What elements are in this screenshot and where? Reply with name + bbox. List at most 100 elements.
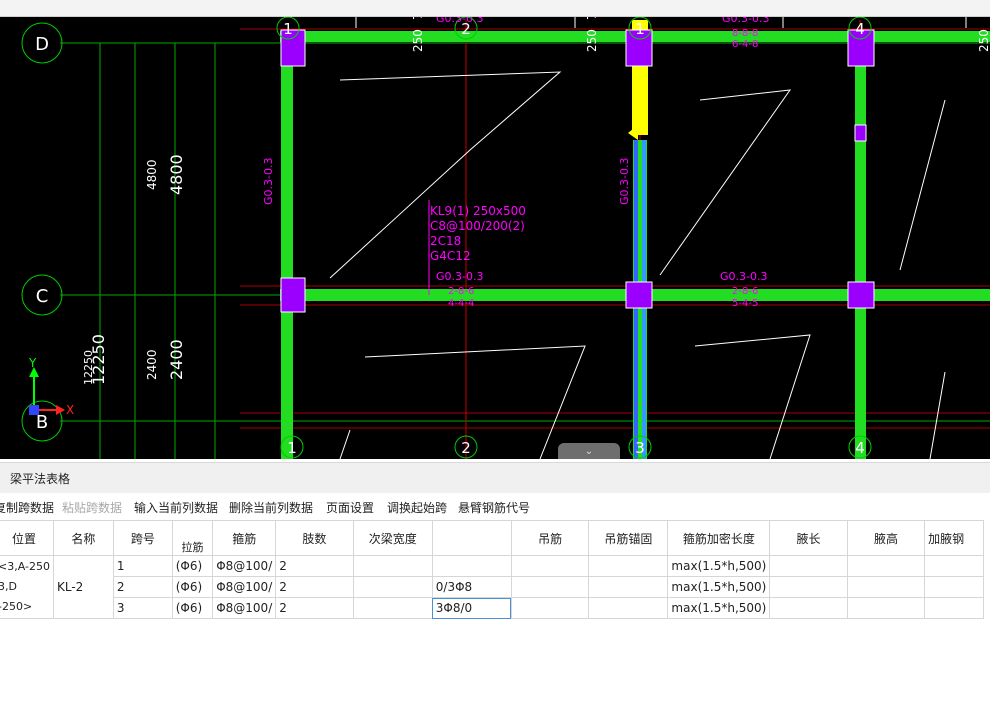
panel-title: 梁平法表格 [10, 472, 71, 486]
tie-cell[interactable]: (Φ6) [171, 576, 214, 598]
tie-cell[interactable]: (Φ6) [171, 555, 214, 577]
axis-red-verticals [465, 20, 861, 459]
hanger-cell[interactable] [510, 576, 590, 598]
header-haunch-rebar[interactable]: 加腋钢 [924, 520, 984, 556]
svg-text:C8@100/200(2): C8@100/200(2) [430, 219, 525, 233]
header-hanger[interactable]: 吊筋 [510, 520, 590, 556]
haunch-rebar-cell[interactable] [924, 576, 984, 598]
top-window-strip [0, 0, 990, 17]
panel-title-bar: 梁平法表格 [0, 462, 990, 494]
svg-text:B: B [36, 412, 48, 433]
secondary-width-cell[interactable] [352, 555, 433, 577]
haunch-rebar-cell[interactable] [924, 555, 984, 577]
header-span[interactable]: 跨号 [112, 520, 173, 556]
beam-data-table: 位置 名称 跨号 拉筋 箍筋 肢数 次梁宽度 次梁加筋 吊筋 吊筋锚固 箍筋加密… [0, 520, 984, 619]
table-row[interactable]: 2 (Φ6) Φ8@100/ 2 0/3Φ8 max(1.5*h,500) [0, 576, 984, 598]
svg-text:4: 4 [855, 20, 865, 38]
haunch-length-cell[interactable] [769, 576, 848, 598]
svg-text:G0.3-0.3: G0.3-0.3 [436, 270, 483, 283]
header-dense-length[interactable]: 箍筋加密长度 [667, 520, 771, 556]
svg-text:2400: 2400 [167, 339, 186, 380]
svg-text:4-4-4: 4-4-4 [448, 298, 474, 309]
table-row[interactable]: 3 (Φ6) Φ8@100/ 2 3Φ8/0 max(1.5*h,500) [0, 597, 984, 619]
cantilever-code-button[interactable]: 悬臂钢筋代号 [458, 499, 530, 516]
span-cell[interactable]: 3 [112, 597, 173, 619]
svg-text:250: 250 [411, 29, 425, 52]
secondary-add-cell[interactable]: 0/3Φ8 [431, 576, 512, 598]
secondary-width-cell[interactable] [352, 597, 433, 619]
copy-span-button[interactable]: 复制跨数据 [0, 499, 54, 516]
header-secondary-add[interactable]: 次梁加筋 [431, 520, 512, 556]
stirrup-cell[interactable]: Φ8@100/ [212, 555, 277, 577]
legs-cell[interactable]: 2 [275, 597, 354, 619]
svg-text:D: D [35, 34, 49, 55]
secondary-add-cell-selected[interactable]: 3Φ8/0 [431, 597, 512, 619]
input-column-button[interactable]: 输入当前列数据 [134, 499, 218, 516]
stirrup-cell[interactable]: Φ8@100/ [212, 597, 277, 619]
header-secondary-width[interactable]: 次梁宽度 [352, 520, 433, 556]
grid-axis-lines [60, 42, 990, 459]
secondary-add-cell[interactable] [431, 555, 512, 577]
swap-span-button[interactable]: 调换起始跨 [387, 499, 447, 516]
dense-length-cell[interactable]: max(1.5*h,500) [667, 597, 771, 619]
svg-text:1: 1 [287, 439, 297, 457]
header-legs[interactable]: 肢数 [275, 520, 354, 556]
header-haunch-height[interactable]: 腋高 [846, 520, 926, 556]
svg-text:G0.3-0.3: G0.3-0.3 [618, 158, 631, 205]
columns[interactable] [280, 29, 875, 313]
drawing-svg[interactable]: 1 2 1 4 1 2 3 4 D C B 4800 4800 2400 240… [0, 0, 990, 459]
haunch-length-cell[interactable] [769, 555, 848, 577]
ucs-axis-icon: Y X [28, 356, 74, 417]
cad-canvas[interactable]: 1 2 1 4 1 2 3 4 D C B 4800 4800 2400 240… [0, 0, 990, 459]
header-hanger-anchor[interactable]: 吊筋锚固 [588, 520, 669, 556]
dense-length-cell[interactable]: max(1.5*h,500) [667, 555, 771, 577]
header-tie[interactable]: 拉筋 [171, 520, 214, 556]
hanger-cell[interactable] [510, 555, 590, 577]
hanger-cell[interactable] [510, 597, 590, 619]
page-setup-button[interactable]: 页面设置 [326, 499, 374, 516]
svg-text:2400: 2400 [145, 349, 159, 380]
svg-text:5-4-5: 5-4-5 [732, 298, 758, 309]
secondary-width-cell[interactable] [352, 576, 433, 598]
stirrup-cell[interactable]: Φ8@100/ [212, 576, 277, 598]
svg-text:250: 250 [585, 29, 599, 52]
header-name[interactable]: 名称 [52, 520, 114, 556]
paste-span-button[interactable]: 粘贴跨数据 [62, 499, 122, 516]
table-header-row: 位置 名称 跨号 拉筋 箍筋 肢数 次梁宽度 次梁加筋 吊筋 吊筋锚固 箍筋加密… [0, 520, 984, 556]
beam-annotations: KL9(1) 250x500 C8@100/200(2) 2C18 G4C12 … [262, 12, 769, 309]
legs-cell[interactable]: 2 [275, 576, 354, 598]
svg-text:C: C [36, 286, 49, 307]
name-cell[interactable]: KL-2 [52, 555, 114, 619]
haunch-height-cell[interactable] [846, 576, 926, 598]
haunch-height-cell[interactable] [846, 555, 926, 577]
delete-column-button[interactable]: 删除当前列数据 [229, 499, 313, 516]
hanger-anchor-cell[interactable] [588, 576, 669, 598]
tie-cell[interactable]: (Φ6) [171, 597, 214, 619]
haunch-length-cell[interactable] [769, 597, 848, 619]
hanger-anchor-cell[interactable] [588, 555, 669, 577]
haunch-rebar-cell[interactable] [924, 597, 984, 619]
svg-text:2: 2 [461, 439, 471, 457]
svg-text:G4C12: G4C12 [430, 249, 471, 263]
table-row[interactable]: <3,A-250 3,D -250> KL-2 1 (Φ6) Φ8@100/ 2… [0, 555, 984, 619]
svg-text:250: 250 [977, 29, 990, 52]
location-line-2: 3,D [0, 580, 17, 593]
header-location[interactable]: 位置 [0, 520, 54, 556]
svg-text:G0.3-0.3: G0.3-0.3 [720, 270, 767, 283]
header-haunch-length[interactable]: 腋长 [769, 520, 848, 556]
svg-text:2-8-6: 2-8-6 [448, 286, 474, 297]
svg-text:4: 4 [855, 439, 865, 457]
svg-text:1: 1 [635, 20, 645, 38]
hanger-anchor-cell[interactable] [588, 597, 669, 619]
location-cell[interactable]: <3,A-250 3,D -250> [0, 555, 54, 619]
header-stirrup[interactable]: 箍筋 [212, 520, 277, 556]
span-cell[interactable]: 2 [112, 576, 173, 598]
legs-cell[interactable]: 2 [275, 555, 354, 577]
svg-text:6-4-8: 6-4-8 [732, 39, 758, 50]
svg-text:12250: 12250 [89, 334, 108, 385]
span-cell[interactable]: 1 [112, 555, 173, 577]
svg-text:X: X [66, 403, 74, 417]
collapse-panel-button[interactable]: ⌄ [558, 443, 620, 459]
dense-length-cell[interactable]: max(1.5*h,500) [667, 576, 771, 598]
haunch-height-cell[interactable] [846, 597, 926, 619]
